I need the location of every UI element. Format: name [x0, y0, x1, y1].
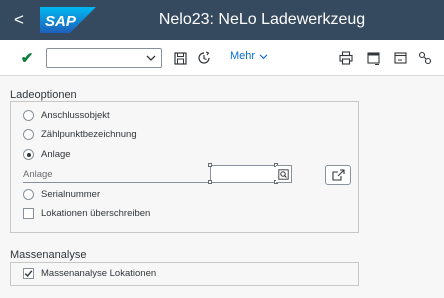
- checkbox-label: Massenanalyse Lokationen: [41, 268, 157, 279]
- checkbox-lokationen-ueberschreiben[interactable]: Lokationen überschreiben: [23, 208, 150, 219]
- checkbox-label: Lokationen überschreiben: [41, 208, 151, 219]
- checkbox-massenanalyse-lokationen[interactable]: Massenanalyse Lokationen: [23, 268, 156, 279]
- save-icon[interactable]: [173, 49, 187, 67]
- anlage-input-field[interactable]: [210, 165, 277, 185]
- radio-button[interactable]: [23, 129, 34, 140]
- ladeoptionen-title: Ladeoptionen: [10, 89, 77, 101]
- chevron-down-icon[interactable]: [145, 52, 157, 64]
- radio-serialnummer[interactable]: Serialnummer: [23, 189, 100, 200]
- option-label: Anlage: [41, 149, 71, 160]
- chevron-down-icon: [259, 53, 268, 59]
- anlage-input[interactable]: [211, 168, 274, 185]
- title-bar: < SAP Nelo23: NeLo Ladewerkzeug: [0, 0, 444, 40]
- radio-button-selected[interactable]: [23, 149, 34, 160]
- radio-anlage[interactable]: Anlage: [23, 149, 71, 160]
- radio-button[interactable]: [23, 189, 34, 200]
- settings-icon[interactable]: [418, 49, 432, 67]
- clock-icon[interactable]: [197, 49, 211, 67]
- field-underline: [23, 182, 213, 183]
- resize-handle: [208, 163, 212, 167]
- page-title: Nelo23: NeLo Ladewerkzeug: [158, 11, 366, 28]
- window-icon[interactable]: [393, 49, 407, 67]
- resize-handle: [208, 180, 212, 184]
- command-input[interactable]: [47, 50, 141, 68]
- radio-zaehlpunktbezeichnung[interactable]: Zählpunktbezeichnung: [23, 129, 137, 140]
- option-label: Serialnummer: [41, 189, 101, 200]
- window-icon[interactable]: [366, 49, 380, 67]
- print-icon[interactable]: [338, 49, 354, 67]
- external-link-icon: [331, 169, 345, 181]
- radio-anschlussobjekt[interactable]: Anschlussobjekt: [23, 110, 110, 121]
- anlage-field-label: Anlage: [23, 169, 53, 180]
- value-help-button[interactable]: [276, 165, 292, 183]
- more-menu-button[interactable]: Mehr: [230, 50, 268, 62]
- massenanalyse-title: Massenanalyse: [10, 249, 87, 261]
- radio-button[interactable]: [23, 110, 34, 121]
- value-help-icon: [278, 168, 289, 180]
- toolbar: ✔ Mehr: [0, 40, 444, 76]
- more-menu-label: Mehr: [230, 50, 256, 62]
- option-label: Anschlussobjekt: [41, 110, 110, 121]
- navigate-button[interactable]: [325, 165, 351, 185]
- command-field[interactable]: [46, 48, 162, 68]
- checkbox-checked[interactable]: [23, 268, 34, 279]
- option-label: Zählpunktbezeichnung: [41, 129, 137, 140]
- checkmark-icon: [24, 270, 33, 278]
- checkmark-icon[interactable]: ✔: [20, 49, 34, 67]
- checkbox[interactable]: [23, 208, 34, 219]
